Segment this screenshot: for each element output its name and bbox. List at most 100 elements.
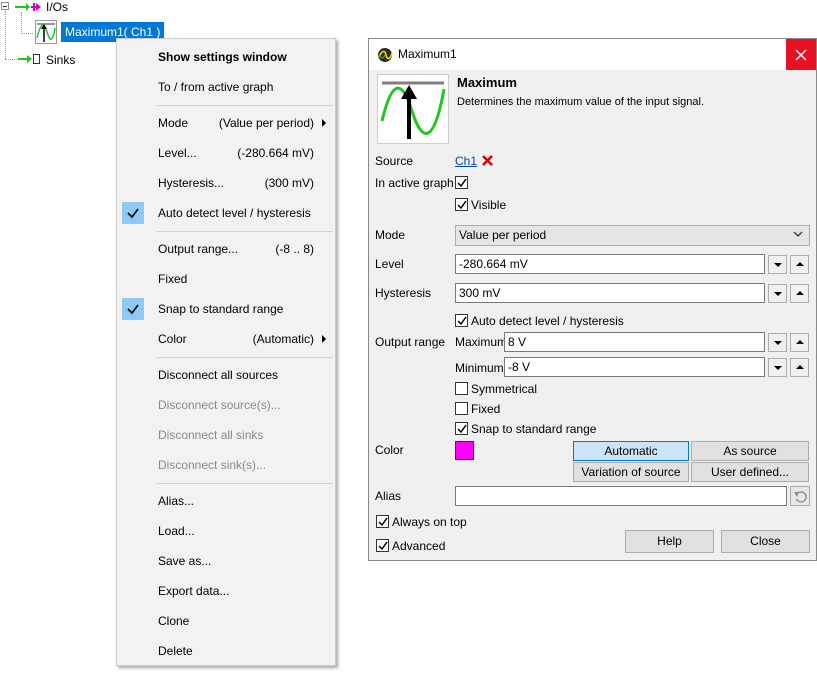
close-window-button[interactable] <box>786 39 816 70</box>
app-icon <box>378 48 393 62</box>
tree-connector <box>21 12 22 34</box>
minimum-input[interactable]: -8 V <box>504 357 765 377</box>
submenu-arrow-icon <box>322 119 326 127</box>
menu-item-auto-detect[interactable]: Auto detect level / hysteresis <box>117 200 335 226</box>
maximum-decrease-button[interactable] <box>768 333 787 352</box>
help-button[interactable]: Help <box>625 530 714 553</box>
undo-icon <box>794 491 807 503</box>
menu-item-label: Disconnect all sources <box>158 368 279 382</box>
level-input[interactable]: -280.664 mV <box>455 254 765 274</box>
sink-arrow-icon <box>18 54 40 64</box>
symmetrical-label: Symmetrical <box>471 382 538 396</box>
hysteresis-decrease-button[interactable] <box>768 284 787 303</box>
menu-item-label: To / from active graph <box>158 80 274 94</box>
menu-item-label: Output range... <box>158 242 239 256</box>
menu-item-disconnect-all-sinks[interactable]: Disconnect all sinks <box>117 422 335 448</box>
maximum-input[interactable]: 8 V <box>504 332 765 352</box>
level-label: Level <box>375 257 404 271</box>
menu-item-alias[interactable]: Alias... <box>117 488 335 514</box>
menu-item-color[interactable]: Color (Automatic) <box>117 326 335 352</box>
hysteresis-input[interactable]: 300 mV <box>455 283 765 303</box>
in-active-graph-label: In active graph <box>375 176 454 190</box>
tree-collapse-toggle[interactable] <box>1 2 9 10</box>
menu-item-label: Mode <box>158 116 189 130</box>
menu-item-label: Export data... <box>158 584 230 598</box>
menu-item-to-from-graph[interactable]: To / from active graph <box>117 74 335 100</box>
menu-item-show-settings[interactable]: Show settings window <box>117 44 335 70</box>
menu-item-load[interactable]: Load... <box>117 518 335 544</box>
menu-item-label: Snap to standard range <box>158 302 284 316</box>
menu-separator <box>157 357 333 358</box>
fixed-label: Fixed <box>471 402 501 416</box>
mode-label: Mode <box>375 228 406 242</box>
fixed-checkbox[interactable] <box>455 402 468 415</box>
level-decrease-button[interactable] <box>768 255 787 274</box>
automatic-color-button[interactable]: Automatic <box>573 441 689 461</box>
menu-item-label: Color <box>158 332 187 346</box>
hysteresis-label: Hysteresis <box>375 286 432 300</box>
menu-item-label: Hysteresis... <box>158 176 225 190</box>
menu-item-disconnect-all-sources[interactable]: Disconnect all sources <box>117 362 335 388</box>
menu-item-snap[interactable]: Snap to standard range <box>117 296 335 322</box>
tree-item-ios[interactable]: I/Os <box>46 0 68 14</box>
advanced-checkbox[interactable] <box>376 539 389 552</box>
menu-item-label: Disconnect sink(s)... <box>158 458 267 472</box>
menu-item-label: Disconnect source(s)... <box>158 398 281 412</box>
menu-item-mode[interactable]: Mode (Value per period) <box>117 110 335 136</box>
menu-item-clone[interactable]: Clone <box>117 608 335 634</box>
level-increase-button[interactable] <box>790 255 809 274</box>
user-defined-color-button[interactable]: User defined... <box>691 462 809 482</box>
menu-item-value: (Automatic) <box>252 332 314 346</box>
menu-item-delete[interactable]: Delete <box>117 638 335 664</box>
tree-connector <box>5 11 6 59</box>
submenu-arrow-icon <box>322 335 326 343</box>
mode-select[interactable]: Value per period <box>455 225 810 246</box>
remove-source-icon[interactable] <box>481 154 494 167</box>
close-button[interactable]: Close <box>721 530 810 553</box>
snap-checkbox[interactable] <box>455 422 468 435</box>
menu-item-save-as[interactable]: Save as... <box>117 548 335 574</box>
close-icon <box>795 49 807 61</box>
dialog-titlebar[interactable]: Maximum1 <box>369 39 816 70</box>
maximum-preview <box>377 74 449 144</box>
as-source-color-button[interactable]: As source <box>691 441 809 461</box>
menu-item-export-data[interactable]: Export data... <box>117 578 335 604</box>
dialog-description: Determines the maximum value of the inpu… <box>457 96 705 108</box>
minimum-decrease-button[interactable] <box>768 358 787 377</box>
menu-item-value: (Value per period) <box>218 116 314 130</box>
advanced-label: Advanced <box>392 539 446 553</box>
alias-input[interactable] <box>455 486 787 506</box>
tree-item-sinks[interactable]: Sinks <box>46 53 75 67</box>
always-on-top-checkbox[interactable] <box>376 515 389 528</box>
menu-item-fixed[interactable]: Fixed <box>117 266 335 292</box>
minimum-increase-button[interactable] <box>790 358 809 377</box>
menu-separator <box>157 105 333 106</box>
menu-item-label: Delete <box>158 644 193 658</box>
reset-alias-button[interactable] <box>790 486 810 506</box>
color-swatch[interactable] <box>455 441 474 460</box>
menu-item-level[interactable]: Level... (-280.664 mV) <box>117 140 335 166</box>
alias-label: Alias <box>375 489 402 503</box>
menu-item-value: (-8 .. 8) <box>275 242 314 256</box>
symmetrical-checkbox[interactable] <box>455 382 468 395</box>
visible-checkbox[interactable] <box>455 198 468 211</box>
io-arrows-icon <box>15 3 41 11</box>
menu-item-disconnect-sinks[interactable]: Disconnect sink(s)... <box>117 452 335 478</box>
settings-dialog: Maximum1 Maximum Determines the maximum … <box>368 38 817 561</box>
menu-item-label: Fixed <box>158 272 188 286</box>
maximum-icon <box>35 20 57 44</box>
variation-of-source-button[interactable]: Variation of source <box>573 462 689 482</box>
auto-detect-label: Auto detect level / hysteresis <box>471 314 624 328</box>
menu-item-hysteresis[interactable]: Hysteresis... (300 mV) <box>117 170 335 196</box>
color-label: Color <box>375 443 404 457</box>
hysteresis-increase-button[interactable] <box>790 284 809 303</box>
menu-separator <box>157 231 333 232</box>
menu-item-disconnect-sources[interactable]: Disconnect source(s)... <box>117 392 335 418</box>
tree-connector <box>5 59 17 60</box>
maximum-increase-button[interactable] <box>790 333 809 352</box>
menu-item-output-range[interactable]: Output range... (-8 .. 8) <box>117 236 335 262</box>
source-link[interactable]: Ch1 <box>455 154 477 168</box>
in-active-graph-checkbox[interactable] <box>455 176 468 189</box>
auto-detect-checkbox[interactable] <box>455 314 468 327</box>
menu-item-label: Load... <box>158 524 195 538</box>
